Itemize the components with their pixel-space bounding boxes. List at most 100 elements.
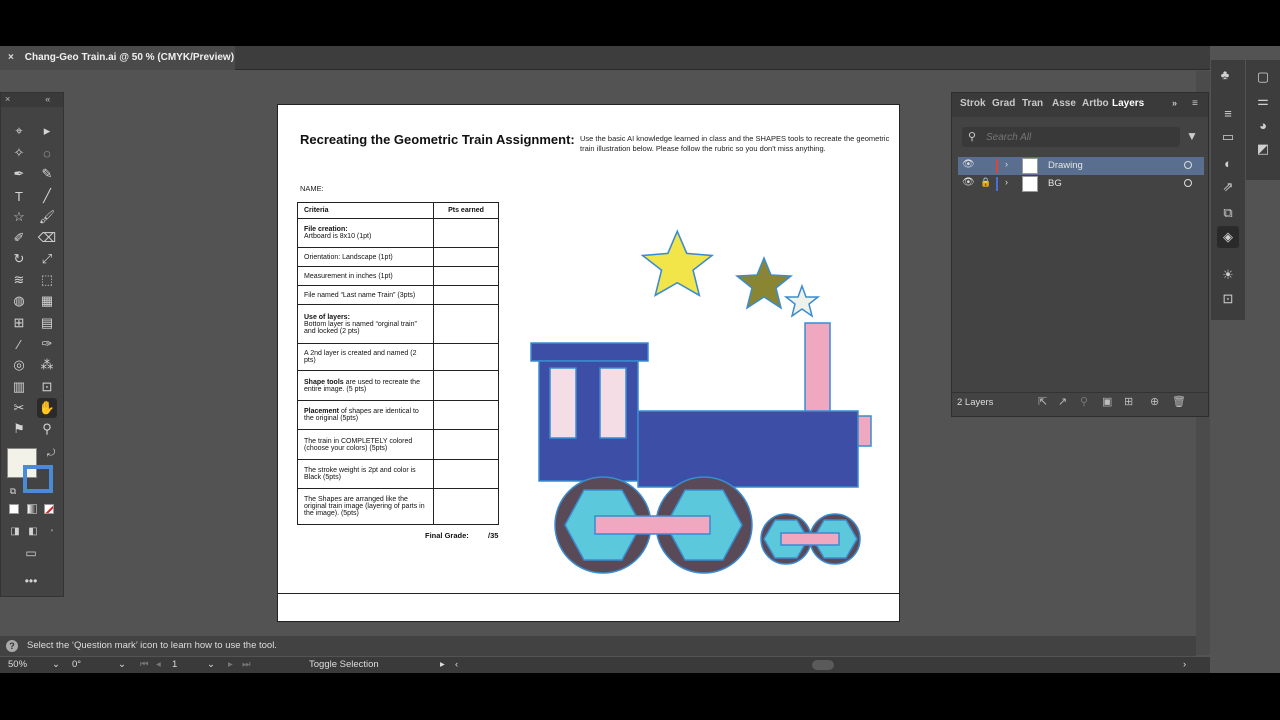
- layers-search[interactable]: ⚲: [962, 127, 1180, 147]
- horizontal-scroll-thumb[interactable]: [812, 660, 834, 670]
- panel-expand-icon[interactable]: »: [1172, 98, 1177, 108]
- status-menu-icon[interactable]: ▸: [440, 659, 445, 670]
- gradient-tool-icon[interactable]: ▤: [37, 313, 57, 333]
- filter-icon[interactable]: ▼: [1186, 129, 1198, 143]
- tab-transparency[interactable]: Tran: [1022, 98, 1043, 109]
- pen-tool-icon[interactable]: ✒: [9, 164, 29, 184]
- new-sublayer-icon[interactable]: ⊞: [1124, 395, 1133, 408]
- question-mark-icon[interactable]: ?: [6, 640, 18, 652]
- symbol-sprayer-tool-icon[interactable]: ⁂: [37, 355, 57, 375]
- tab-layers[interactable]: Layers: [1112, 98, 1144, 109]
- scroll-left-icon[interactable]: ‹: [455, 659, 458, 670]
- expand-chevron-icon[interactable]: ›: [1005, 159, 1008, 169]
- rotation-value[interactable]: 0°: [72, 659, 81, 670]
- lasso-tool-icon[interactable]: ◌: [37, 143, 57, 163]
- magic-wand-tool-icon[interactable]: ✧: [9, 143, 29, 163]
- train-illustration[interactable]: [528, 225, 873, 575]
- draw-normal-icon[interactable]: ◨: [5, 521, 25, 541]
- paintbrush-tool-icon[interactable]: 🖌: [37, 207, 57, 227]
- export-icon[interactable]: ⇗: [1217, 176, 1239, 198]
- perspective-grid-tool-icon[interactable]: ▦: [37, 291, 57, 311]
- visibility-eye-icon[interactable]: 👁: [962, 177, 975, 188]
- shape-builder-tool-icon[interactable]: ◍: [9, 291, 29, 311]
- close-tab-icon[interactable]: ×: [8, 46, 22, 70]
- line-tool-icon[interactable]: ╱: [37, 186, 57, 206]
- clipping-mask-icon[interactable]: ▣: [1102, 395, 1112, 408]
- prev-artboard-icon[interactable]: ◂: [156, 659, 161, 670]
- appearance-icon[interactable]: ◐: [1217, 152, 1239, 174]
- stroke-swatch[interactable]: [23, 465, 53, 493]
- delete-layer-icon[interactable]: 🗑: [1172, 395, 1186, 408]
- menu-icon[interactable]: ≡: [1217, 102, 1239, 124]
- shaper-tool-icon[interactable]: ✐: [9, 228, 29, 248]
- draw-inside-icon[interactable]: ◔: [41, 521, 61, 541]
- graphic-styles-icon[interactable]: ◩: [1252, 138, 1274, 160]
- library-icon[interactable]: ▢: [1252, 66, 1274, 88]
- rotate-view-tool-icon[interactable]: ⚑: [9, 419, 29, 439]
- visibility-eye-icon[interactable]: 👁: [962, 159, 975, 170]
- layer-name[interactable]: BG: [1048, 178, 1062, 189]
- layer-row-drawing[interactable]: 👁 › Drawing: [958, 157, 1204, 175]
- none-mode-icon[interactable]: [44, 504, 54, 514]
- new-layer-icon[interactable]: ⊕: [1150, 395, 1159, 408]
- type-tool-icon[interactable]: T: [9, 186, 29, 206]
- layer-row-bg[interactable]: 👁 🔒 › BG: [958, 175, 1204, 193]
- free-transform-tool-icon[interactable]: ⬚: [37, 270, 57, 290]
- color-mode-icon[interactable]: [9, 504, 19, 514]
- tab-stroke[interactable]: Strok: [960, 98, 986, 109]
- layer-target-icon[interactable]: [1184, 179, 1192, 187]
- zoom-dropdown-icon[interactable]: ⌄: [52, 659, 60, 670]
- swatches-icon[interactable]: ▭: [1217, 126, 1239, 148]
- expand-chevron-icon[interactable]: ›: [1005, 177, 1008, 187]
- club-icon[interactable]: ♣: [1214, 63, 1236, 85]
- eraser-tool-icon[interactable]: ⌫: [37, 228, 57, 248]
- artboard-icon[interactable]: ⊡: [1217, 288, 1239, 310]
- status-mode[interactable]: Toggle Selection: [309, 659, 379, 670]
- layer-target-icon[interactable]: [1184, 161, 1192, 169]
- graph-tool-icon[interactable]: ▥: [9, 377, 29, 397]
- curvature-tool-icon[interactable]: ✎: [37, 164, 57, 184]
- pathfinder-icon[interactable]: ⧉: [1217, 202, 1239, 224]
- mesh-tool-icon[interactable]: ⊞: [9, 313, 29, 333]
- slice-tool-icon[interactable]: ✂: [9, 398, 29, 418]
- lock-icon[interactable]: 🔒: [980, 177, 991, 188]
- artboard-tool-icon[interactable]: ⊡: [37, 377, 57, 397]
- default-colors-icon[interactable]: ⧉: [3, 481, 23, 501]
- star-tool-icon[interactable]: ☆: [9, 207, 29, 227]
- zoom-tool-icon[interactable]: ⚲: [37, 419, 57, 439]
- tab-asset-export[interactable]: Asse: [1052, 98, 1076, 109]
- eyedropper-tool-icon[interactable]: ⁄: [9, 334, 29, 354]
- warp-tool-icon[interactable]: ≋: [9, 270, 29, 290]
- scale-tool-icon[interactable]: ⤢: [37, 249, 57, 269]
- hand-tool-icon[interactable]: ✋: [37, 398, 57, 418]
- screen-mode-icon[interactable]: ▭: [21, 543, 41, 563]
- edit-toolbar-icon[interactable]: •••: [21, 571, 41, 591]
- layer-name[interactable]: Drawing: [1048, 160, 1083, 171]
- search-input[interactable]: [986, 129, 1166, 145]
- last-artboard-icon[interactable]: ⏭: [242, 659, 251, 670]
- selection-tool-icon[interactable]: ⌖: [9, 121, 29, 141]
- document-tab[interactable]: × Chang-Geo Train.ai @ 50 % (CMYK/Previe…: [0, 46, 235, 70]
- tab-gradient[interactable]: Grad: [992, 98, 1015, 109]
- zoom-level[interactable]: 50%: [8, 659, 27, 670]
- layers-icon[interactable]: ◈: [1217, 226, 1239, 248]
- color-guide-icon[interactable]: ◕: [1252, 114, 1274, 136]
- artboard[interactable]: Recreating the Geometric Train Assignmen…: [277, 104, 900, 622]
- panel-menu-icon[interactable]: ≡: [1192, 98, 1198, 109]
- artboard-dropdown-icon[interactable]: ⌄: [207, 659, 215, 670]
- tools-panel-header[interactable]: × «: [1, 93, 63, 107]
- first-artboard-icon[interactable]: ⏮: [140, 659, 149, 670]
- locate-object-icon[interactable]: ⚲: [1080, 395, 1088, 408]
- artboard-number[interactable]: 1: [172, 659, 177, 670]
- next-artboard-icon[interactable]: ▸: [228, 659, 233, 670]
- properties-icon[interactable]: ⚌: [1252, 90, 1274, 112]
- export-icon[interactable]: ↗: [1058, 395, 1067, 408]
- rotate-tool-icon[interactable]: ↻: [9, 249, 29, 269]
- measure-tool-icon[interactable]: ✑: [37, 334, 57, 354]
- collect-for-export-icon[interactable]: ⇱: [1038, 395, 1047, 408]
- tab-artboards[interactable]: Artbo: [1082, 98, 1109, 109]
- gradient-mode-icon[interactable]: [27, 504, 37, 514]
- rotation-dropdown-icon[interactable]: ⌄: [118, 659, 126, 670]
- swap-fill-stroke-icon[interactable]: ⤾: [41, 443, 61, 463]
- scroll-right-icon[interactable]: ›: [1183, 659, 1186, 670]
